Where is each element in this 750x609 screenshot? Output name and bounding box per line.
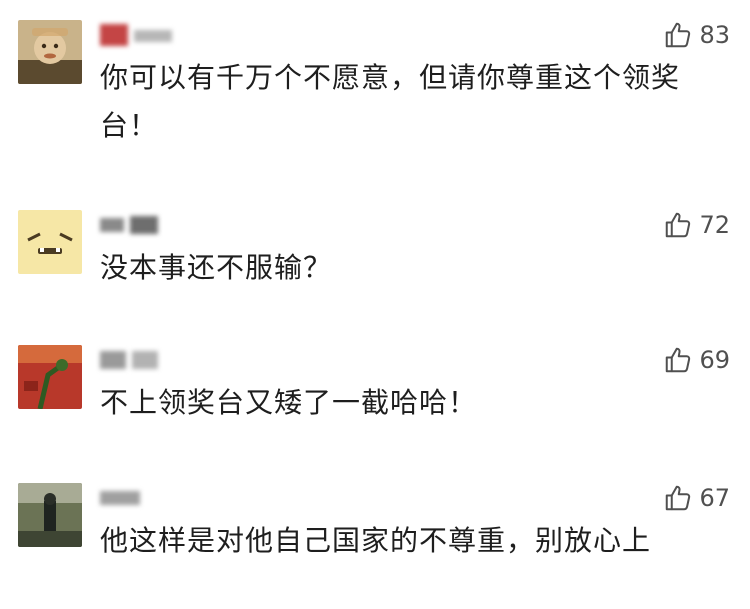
like-count: 69 xyxy=(699,346,730,374)
like-button[interactable]: 83 xyxy=(663,20,730,50)
like-button[interactable]: 67 xyxy=(663,483,730,513)
comment-text: 没本事还不服输？ xyxy=(100,251,333,284)
avatar[interactable] xyxy=(18,345,82,409)
avatar[interactable] xyxy=(18,210,82,274)
avatar[interactable] xyxy=(18,483,82,547)
like-button[interactable]: 72 xyxy=(663,210,730,240)
like-button[interactable]: 69 xyxy=(663,345,730,375)
avatar[interactable] xyxy=(18,20,82,84)
comment-list: 83 你可以有千万个不愿意，但请你尊重这个领奖台！ 72 没本事还不服输？ 69… xyxy=(0,0,750,609)
like-count: 83 xyxy=(699,21,730,49)
nickname-blurred[interactable] xyxy=(100,212,160,238)
thumbs-up-icon xyxy=(663,345,693,375)
nickname-blurred[interactable] xyxy=(100,347,160,373)
nickname-blurred[interactable] xyxy=(100,22,176,48)
thumbs-up-icon xyxy=(663,210,693,240)
nickname-blurred[interactable] xyxy=(100,485,144,511)
comment-text: 他这样是对他自己国家的不尊重，别放心上 xyxy=(100,524,652,557)
like-count: 67 xyxy=(699,484,730,512)
comment-text: 你可以有千万个不愿意，但请你尊重这个领奖台！ xyxy=(100,61,681,142)
like-count: 72 xyxy=(699,211,730,239)
thumbs-up-icon xyxy=(663,20,693,50)
comment-text: 不上领奖台又矮了一截哈哈！ xyxy=(100,386,478,419)
thumbs-up-icon xyxy=(663,483,693,513)
